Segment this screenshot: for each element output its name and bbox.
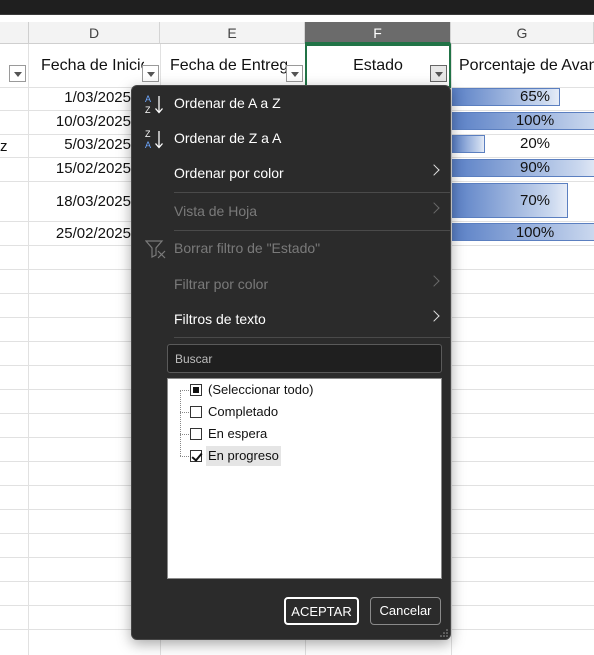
svg-text:Z: Z (145, 105, 151, 115)
resize-grip-icon[interactable] (440, 629, 448, 637)
cell-c-3[interactable]: z (0, 137, 20, 157)
filter-dropdown-icon-c[interactable] (9, 65, 26, 82)
search-input[interactable] (168, 345, 441, 372)
sort-za-label: Ordenar de Z a A (174, 130, 282, 146)
filter-menu: A Z Ordenar de A a Z Z A Ordenar de Z a … (131, 85, 451, 640)
cell-d-1[interactable]: 1/03/2025 (29, 88, 131, 108)
cancel-button[interactable]: Cancelar (370, 597, 441, 625)
menu-text-filters[interactable]: Filtros de texto (132, 304, 450, 334)
filter-dropdown-icon-e[interactable] (286, 65, 303, 82)
row-header-corner (0, 22, 29, 44)
menu-separator (174, 230, 450, 231)
tree-connector (180, 456, 189, 457)
filter-dropdown-icon-d[interactable] (142, 65, 159, 82)
checklist-item-label: En espera (208, 426, 268, 441)
header-fecha-inicio: Fecha de Inicio (41, 57, 144, 74)
value-checklist[interactable]: (Seleccionar todo) Completado En espera … (167, 378, 442, 579)
cell-g-2[interactable]: 100% (470, 111, 594, 131)
column-header-g[interactable]: G (451, 22, 594, 44)
tree-connector (180, 390, 189, 391)
cell-g-1[interactable]: 65% (470, 87, 594, 107)
checklist-item-label: (Seleccionar todo) (208, 382, 314, 397)
checkbox-en-progreso[interactable] (190, 450, 202, 462)
cell-g-4[interactable]: 90% (470, 158, 594, 178)
svg-text:A: A (145, 94, 151, 104)
sheet-view-label: Vista de Hoja (174, 203, 258, 219)
checkbox-completado[interactable] (190, 406, 202, 418)
clear-filter-icon (145, 240, 166, 259)
menu-clear-filter: Borrar filtro de "Estado" (132, 233, 450, 263)
submenu-chevron-icon (428, 202, 440, 214)
submenu-chevron-icon (428, 310, 440, 322)
svg-text:A: A (145, 140, 151, 150)
checkbox-en-espera[interactable] (190, 428, 202, 440)
ok-button[interactable]: ACEPTAR (284, 597, 359, 625)
cell-d-2[interactable]: 10/03/2025 (29, 112, 131, 132)
tree-connector (180, 434, 189, 435)
checklist-item-label: Completado (208, 404, 279, 419)
menu-sort-by-color[interactable]: Ordenar por color (132, 158, 450, 188)
search-field[interactable] (167, 344, 442, 373)
menu-sort-za[interactable]: Z A Ordenar de Z a A (132, 123, 450, 153)
column-header-f[interactable]: F (305, 22, 451, 44)
tree-connector (180, 412, 189, 413)
menu-sheet-view: Vista de Hoja (132, 196, 450, 226)
cell-g-3[interactable]: 20% (470, 134, 594, 154)
sort-za-icon: Z A (145, 129, 163, 150)
cell-g-6[interactable]: 100% (470, 223, 594, 243)
menu-sort-az[interactable]: A Z Ordenar de A a Z (132, 88, 450, 118)
checklist-item-label: En progreso (206, 446, 281, 466)
menu-separator (174, 192, 450, 193)
column-header-d[interactable]: D (29, 22, 160, 44)
tree-connector (180, 390, 181, 456)
title-bar-strip (0, 0, 594, 15)
svg-text:Z: Z (145, 129, 151, 139)
filter-dropdown-icon-estado[interactable] (430, 65, 447, 82)
submenu-chevron-icon (428, 164, 440, 176)
sort-by-color-label: Ordenar por color (174, 165, 284, 181)
header-fecha-entrega: Fecha de Entrega (170, 57, 287, 74)
menu-separator (174, 337, 450, 338)
column-header-e[interactable]: E (160, 22, 305, 44)
submenu-chevron-icon (428, 275, 440, 287)
cell-d-3[interactable]: 5/03/2025 (29, 135, 131, 155)
header-porcentaje-avance: Porcentaje de Avance (459, 57, 594, 74)
filter-by-color-label: Filtrar por color (174, 276, 269, 292)
cell-d-5[interactable]: 18/03/2025 (29, 192, 131, 212)
cell-d-4[interactable]: 15/02/2025 (29, 159, 131, 179)
menu-filter-by-color: Filtrar por color (132, 269, 450, 299)
cell-g-5[interactable]: 70% (470, 191, 594, 211)
checkbox-select-all[interactable] (190, 384, 202, 396)
clear-filter-label: Borrar filtro de "Estado" (174, 240, 321, 256)
cell-d-6[interactable]: 25/02/2025 (29, 224, 131, 244)
sort-az-icon: A Z (145, 94, 163, 115)
sort-az-label: Ordenar de A a Z (174, 95, 281, 111)
text-filters-label: Filtros de texto (174, 311, 266, 327)
